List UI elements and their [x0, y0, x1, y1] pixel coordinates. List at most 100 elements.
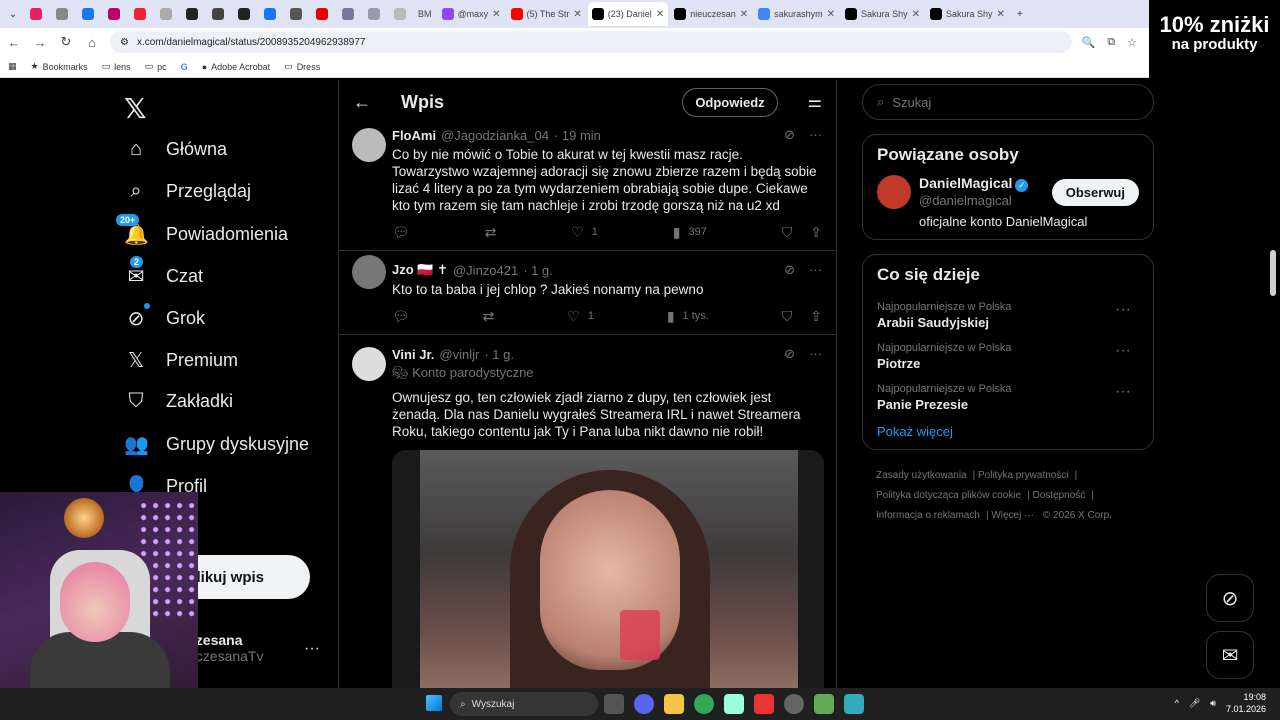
bookmark-item[interactable]: ★ Bookmarks: [31, 61, 88, 72]
tab-bm[interactable]: BM: [414, 2, 436, 26]
star-icon[interactable]: ☆: [1127, 36, 1137, 49]
views-action[interactable]: ▮ 1 tys.: [667, 308, 709, 325]
nav-home[interactable]: ⌂ Główna: [124, 138, 227, 161]
author-handle[interactable]: @Jagodzianka_04: [441, 128, 549, 143]
repost-action[interactable]: ⇄: [483, 308, 495, 325]
reply-post[interactable]: FloAmi @Jagodzianka_04 · 19 min ⊘ ··· Co …: [339, 124, 836, 251]
more-icon[interactable]: ···: [1115, 301, 1131, 319]
more-icon[interactable]: ···: [809, 262, 822, 278]
tab-favicon[interactable]: [160, 8, 172, 20]
footer-link[interactable]: Informacja o reklamach: [876, 510, 980, 521]
close-tab-icon[interactable]: ✕: [997, 9, 1005, 20]
post-video[interactable]: [392, 450, 824, 710]
clock[interactable]: 19:08 7.01.2026: [1226, 691, 1266, 715]
footer-link[interactable]: Zasady użytkowania: [876, 470, 967, 481]
close-tab-icon[interactable]: ✕: [740, 9, 748, 20]
back-arrow-icon[interactable]: ←: [353, 92, 371, 113]
share-icon[interactable]: ⇪: [810, 308, 822, 325]
footer-link[interactable]: Polityka prywatności: [978, 470, 1069, 481]
apps-icon[interactable]: ▦: [8, 61, 17, 72]
bookmark-icon[interactable]: ⛉: [782, 224, 793, 241]
filter-icon[interactable]: ⚌: [808, 92, 822, 112]
tab-favicon[interactable]: [264, 8, 276, 20]
more-icon[interactable]: ···: [1115, 383, 1131, 401]
close-tab-icon[interactable]: ✕: [573, 9, 581, 20]
avatar[interactable]: [877, 175, 911, 209]
repost-action[interactable]: ⇄: [485, 224, 497, 241]
nav-premium[interactable]: 𝕏 Premium: [124, 348, 238, 373]
task-view-icon[interactable]: [604, 694, 624, 714]
app-icon[interactable]: [844, 694, 864, 714]
nav-grok[interactable]: ⊘ Grok: [124, 303, 205, 331]
author-name[interactable]: Jzo 🇵🇱 ✝: [392, 262, 448, 278]
grok-icon[interactable]: ⊘: [784, 346, 795, 362]
tab-twitch[interactable]: @maxy ✕: [438, 2, 505, 26]
author-name[interactable]: Vini Jr.: [392, 347, 434, 362]
tab-favicon[interactable]: [290, 8, 302, 20]
account-more-icon[interactable]: ···: [304, 640, 320, 658]
post-time[interactable]: · 1 g.: [484, 347, 514, 362]
trend-item[interactable]: Najpopularniejsze w Polska Piotrze ···: [877, 336, 1139, 377]
taskbar-search[interactable]: ⌕ Wyszukaj: [450, 692, 598, 716]
windows-start-icon[interactable]: [426, 695, 442, 711]
chevron-up-icon[interactable]: ^: [1175, 698, 1179, 708]
tab-favicon[interactable]: [186, 8, 198, 20]
bookmark-item[interactable]: ▭ lens: [102, 61, 131, 72]
site-info-icon[interactable]: ⚙: [120, 37, 129, 48]
tab-tiktok[interactable]: Sakura Shy ✕: [841, 2, 924, 26]
tab-youtube[interactable]: (5) The Str ✕: [507, 2, 586, 26]
bookmark-item[interactable]: ● Adobe Acrobat: [202, 62, 270, 72]
app-icon[interactable]: [814, 694, 834, 714]
nav-chat[interactable]: ✉ 2 Czat: [124, 256, 203, 289]
close-tab-icon[interactable]: ✕: [492, 9, 500, 20]
grok-icon[interactable]: ⊘: [784, 262, 795, 278]
tab-favicon[interactable]: [368, 8, 380, 20]
tab-tiktok[interactable]: Sakura Shy ✕: [926, 2, 1009, 26]
new-tab-icon[interactable]: +: [1011, 5, 1029, 23]
x-logo-icon[interactable]: 𝕏: [124, 92, 147, 125]
close-tab-icon[interactable]: ✕: [827, 9, 835, 20]
footer-link[interactable]: Dostępność: [1032, 490, 1085, 501]
trend-item[interactable]: Najpopularniejsze w Polska Arabii Saudyj…: [877, 295, 1139, 336]
tab-tiktok[interactable]: nieuczesan ✕: [670, 2, 752, 26]
page-scrollbar[interactable]: [1270, 250, 1276, 296]
reply-button[interactable]: Odpowiedz: [682, 87, 778, 117]
follow-button[interactable]: Obserwuj: [1051, 179, 1139, 206]
more-icon[interactable]: ···: [809, 346, 822, 362]
post-time[interactable]: · 19 min: [554, 128, 601, 143]
nav-bookmarks[interactable]: ⛉ Zakładki: [124, 390, 234, 413]
author-name[interactable]: FloAmi: [392, 128, 436, 143]
bookmark-item[interactable]: G: [181, 62, 188, 72]
reply-post[interactable]: Jzo 🇵🇱 ✝ @Jinzo421 · 1 g. ⊘ ··· Kto to ta…: [339, 251, 836, 335]
share-icon[interactable]: ⇪: [810, 224, 822, 241]
close-tab-icon[interactable]: ✕: [656, 9, 664, 20]
app-icon[interactable]: [724, 694, 744, 714]
nav-notifications[interactable]: 🔔 20+ Powiadomienia: [116, 214, 288, 247]
trend-item[interactable]: Najpopularniejsze w Polska Panie Prezesi…: [877, 377, 1139, 418]
avatar[interactable]: [352, 347, 386, 381]
reply-action[interactable]: 💬︎: [392, 224, 410, 241]
bookmark-item[interactable]: ▭ Dress: [284, 61, 320, 72]
like-action[interactable]: ♡ 1: [567, 308, 594, 325]
close-tab-icon[interactable]: ✕: [912, 9, 920, 20]
tab-google[interactable]: sakurashym ✕: [754, 2, 839, 26]
app-icon[interactable]: [754, 694, 774, 714]
install-icon[interactable]: ⧉: [1107, 36, 1115, 49]
author-handle[interactable]: @Jinzo421: [453, 263, 518, 278]
footer-link[interactable]: Więcej ···: [991, 510, 1034, 521]
account-switcher[interactable]: czesana uczesanaTv: [188, 632, 263, 664]
back-icon[interactable]: ←: [6, 35, 22, 50]
more-icon[interactable]: ···: [809, 127, 822, 143]
grok-fab-icon[interactable]: ⊘: [1206, 574, 1254, 622]
tab-list-icon[interactable]: ⌄: [4, 5, 22, 23]
speaker-icon[interactable]: 🔊︎: [1210, 698, 1216, 709]
zoom-icon[interactable]: 🔍: [1082, 36, 1096, 49]
avatar[interactable]: [352, 255, 386, 289]
url-field[interactable]: ⚙ x.com/danielmagical/status/20089352049…: [110, 31, 1072, 53]
tab-favicon[interactable]: [56, 8, 68, 20]
nav-communities[interactable]: 👥 Grupy dyskusyjne: [124, 432, 309, 457]
microphone-icon[interactable]: 🎤︎: [1189, 698, 1200, 709]
tab-favicon[interactable]: [212, 8, 224, 20]
tab-favicon[interactable]: [30, 8, 42, 20]
bookmark-icon[interactable]: ⛉: [782, 308, 793, 325]
